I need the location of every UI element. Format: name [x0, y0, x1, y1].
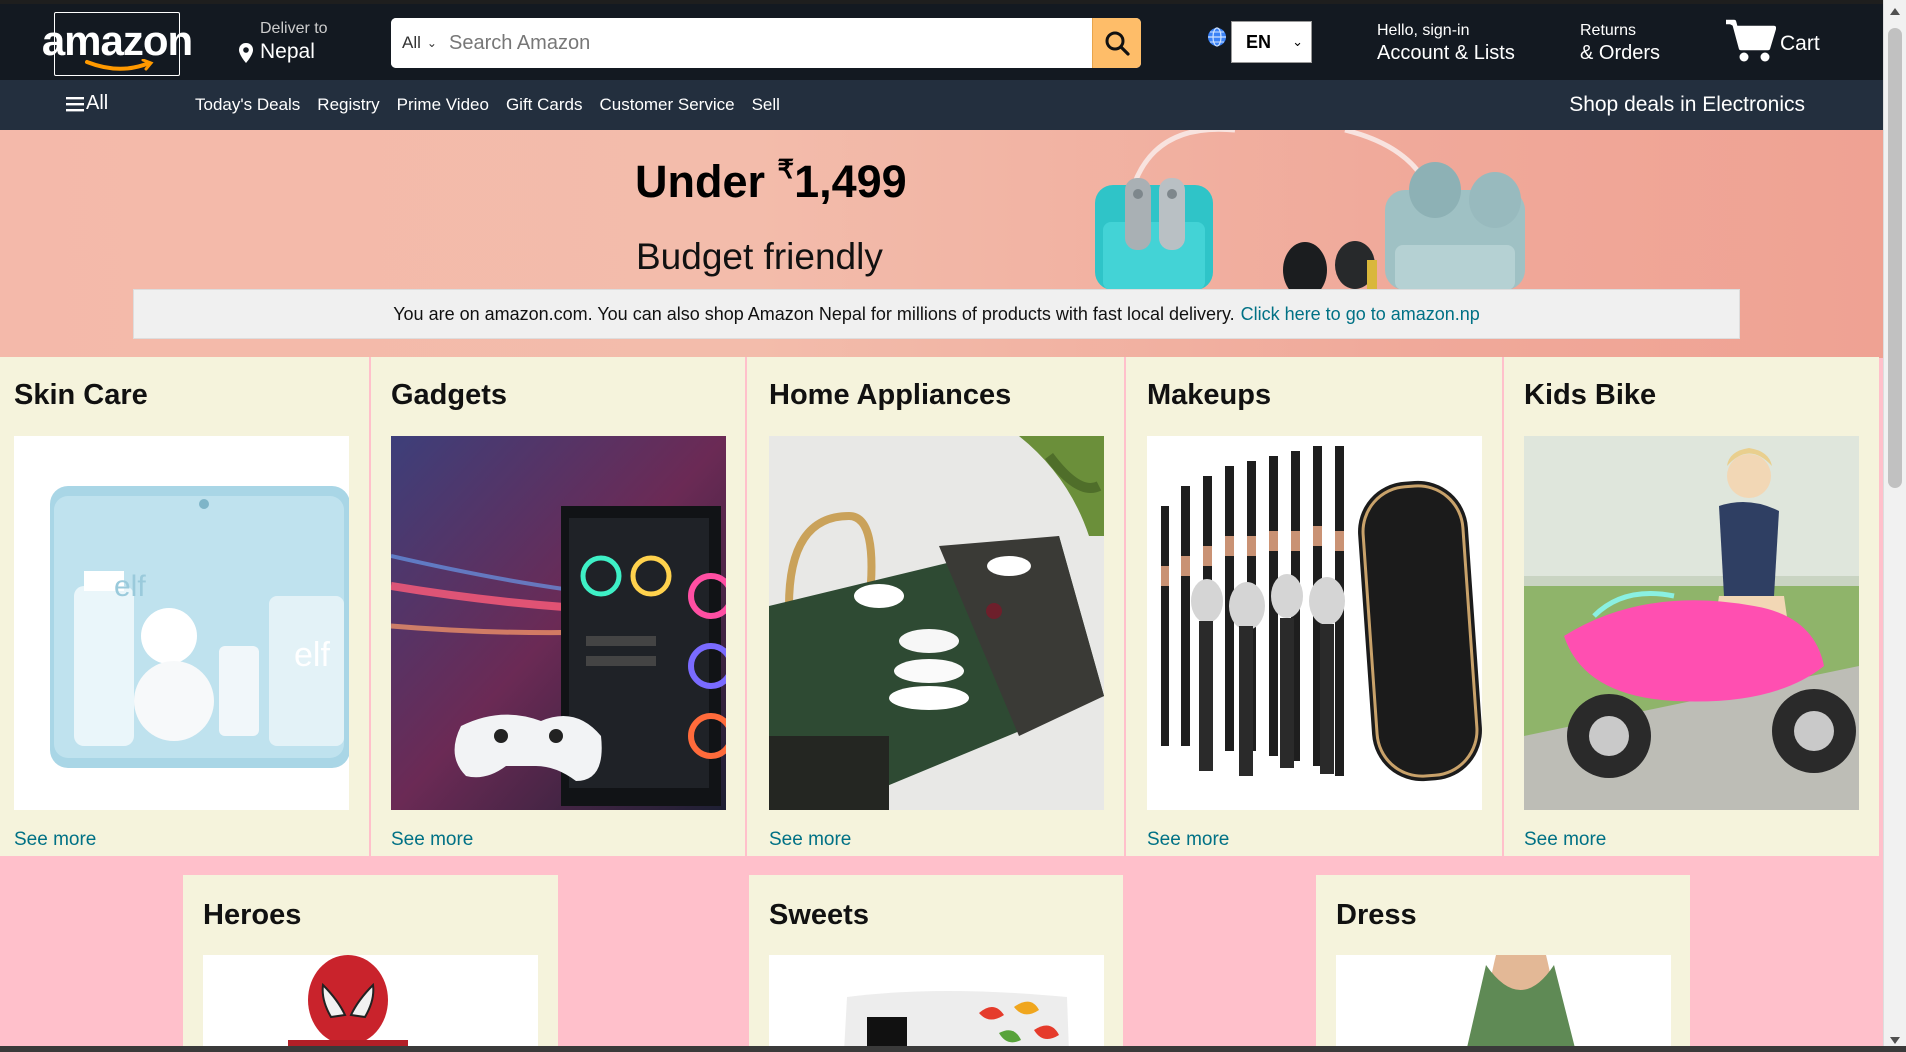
subnav-link-gift-cards[interactable]: Gift Cards — [506, 95, 583, 115]
svg-text:elf: elf — [294, 636, 330, 674]
shop-deals-electronics-link[interactable]: Shop deals in Electronics — [1569, 93, 1805, 117]
scroll-down-arrow-icon[interactable] — [1890, 1037, 1900, 1044]
cart-label: Cart — [1780, 32, 1820, 55]
heroes-image[interactable] — [203, 955, 538, 1052]
category-card-heroes: Heroes — [183, 875, 558, 1052]
search-icon — [1105, 31, 1130, 56]
card-title: Sweets — [769, 899, 869, 931]
account-label: Account & Lists — [1377, 42, 1515, 64]
gadgets-image[interactable] — [391, 436, 726, 810]
subnav-links: Today's Deals Registry Prime Video Gift … — [195, 95, 780, 115]
category-card-skin-care: Skin Care elf elf See more — [0, 357, 369, 856]
home-appliances-image[interactable] — [769, 436, 1104, 810]
card-title: Gadgets — [391, 379, 508, 411]
chevron-down-icon: ⌄ — [1292, 34, 1303, 49]
kids-bike-image[interactable] — [1524, 436, 1859, 810]
orders-label: & Orders — [1580, 42, 1661, 64]
scroll-up-arrow-icon[interactable] — [1890, 8, 1900, 15]
amazon-logo[interactable]: amazon — [42, 12, 193, 76]
cart-button[interactable]: Cart — [1724, 16, 1820, 64]
category-card-kids-bike: Kids Bike See more — [1504, 357, 1879, 856]
category-card-home-appliances: Home Appliances See more — [747, 357, 1124, 856]
scrollbar-thumb[interactable] — [1888, 28, 1902, 488]
card-title: Makeups — [1147, 379, 1272, 411]
search-input[interactable] — [447, 18, 1081, 68]
top-navbar: amazon Deliver to Nepal All ⌄ Search Ama… — [0, 0, 1883, 80]
search-category-select[interactable]: All ⌄ — [391, 18, 445, 68]
language-select[interactable]: EN ⌄ — [1231, 21, 1312, 63]
card-title: Heroes — [203, 899, 302, 931]
category-card-makeups: Makeups See more — [1126, 357, 1502, 856]
amazon-nepal-notice: You are on amazon.com. You can also shop… — [133, 289, 1740, 339]
category-card-dress: Dress — [1316, 875, 1690, 1052]
hero-price: 1,499 — [794, 156, 907, 207]
dress-model-illustration — [1336, 955, 1671, 1052]
location-pin-icon — [239, 43, 253, 63]
subnav-link-customer-service[interactable]: Customer Service — [599, 95, 734, 115]
see-more-link[interactable]: See more — [769, 829, 851, 851]
returns-orders[interactable]: Returns & Orders — [1580, 22, 1660, 65]
vertical-scrollbar[interactable] — [1883, 0, 1906, 1052]
hamburger-icon — [66, 96, 84, 111]
logo-text: amazon — [41, 17, 193, 64]
card-title: Dress — [1336, 899, 1417, 931]
see-more-link[interactable]: See more — [1147, 829, 1229, 851]
cart-icon — [1726, 19, 1776, 62]
chevron-down-icon: ⌄ — [426, 36, 437, 50]
sweets-image[interactable] — [769, 955, 1104, 1052]
table-setting-illustration — [769, 436, 1104, 810]
returns-label: Returns — [1580, 22, 1637, 39]
card-title: Skin Care — [14, 379, 148, 411]
gaming-pc-illustration — [391, 436, 726, 810]
earbuds-product-image — [1095, 130, 1525, 290]
skin-care-image[interactable]: elf elf — [14, 436, 349, 810]
category-card-sweets: Sweets — [749, 875, 1123, 1052]
subnav-link-prime-video[interactable]: Prime Video — [397, 95, 489, 115]
all-menu-button[interactable]: All — [66, 92, 108, 115]
kids-motorbike-illustration — [1524, 436, 1859, 810]
makeups-image[interactable] — [1147, 436, 1482, 810]
window-bottom-edge — [0, 1046, 1906, 1052]
see-more-link[interactable]: See more — [14, 829, 96, 851]
language-label: EN — [1246, 31, 1272, 52]
makeup-brushes-illustration — [1147, 436, 1482, 810]
account-greeting: Hello, sign-in — [1377, 22, 1470, 39]
see-more-link[interactable]: See more — [391, 829, 473, 851]
card-title: Home Appliances — [769, 379, 1012, 411]
top-strip — [0, 0, 1883, 4]
hero-subheadline: Budget friendly — [636, 236, 883, 277]
category-card-gadgets: Gadgets See more — [371, 357, 745, 856]
globe-icon — [1208, 27, 1226, 47]
subnav-link-todays-deals[interactable]: Today's Deals — [195, 95, 300, 115]
see-more-link[interactable]: See more — [1524, 829, 1606, 851]
hero-headline-prefix: Under — [635, 156, 778, 207]
deliver-country: Nepal — [260, 40, 315, 63]
candy-bag-illustration — [769, 955, 1104, 1052]
search-category-label: All — [402, 33, 421, 52]
svg-text:elf: elf — [114, 570, 146, 603]
notice-text: You are on amazon.com. You can also shop… — [393, 303, 1235, 324]
spiderman-figure-illustration — [203, 955, 538, 1052]
logo-smile-icon — [85, 59, 154, 71]
hero-currency: ₹ — [777, 154, 795, 184]
subnav-link-registry[interactable]: Registry — [317, 95, 379, 115]
all-menu-label: All — [86, 92, 109, 114]
card-title: Kids Bike — [1524, 379, 1657, 411]
skin-care-product-illustration: elf elf — [14, 436, 349, 810]
account-lists[interactable]: Hello, sign-in Account & Lists — [1377, 22, 1515, 65]
search-bar: All ⌄ — [391, 18, 1141, 68]
search-button[interactable] — [1092, 18, 1141, 68]
deliver-label: Deliver to — [260, 20, 328, 37]
sub-navbar: All Today's Deals Registry Prime Video G… — [0, 80, 1883, 130]
amazon-np-link[interactable]: Click here to go to amazon.np — [1241, 304, 1480, 325]
hero-headline: Under ₹1,499 — [635, 154, 907, 208]
subnav-link-sell[interactable]: Sell — [752, 95, 780, 115]
dress-image[interactable] — [1336, 955, 1671, 1052]
